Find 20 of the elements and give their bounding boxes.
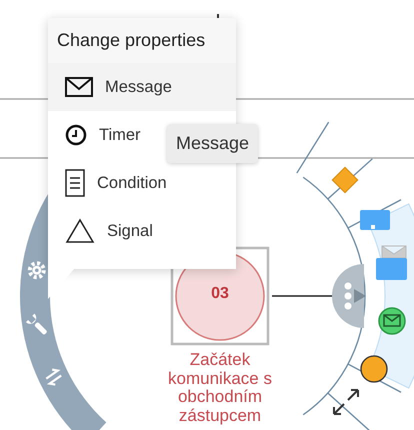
gear-icon[interactable] — [28, 261, 46, 280]
clock-icon — [65, 124, 87, 146]
node-number: 03 — [210, 285, 230, 303]
swap-icon[interactable] — [46, 368, 62, 386]
envelope-icon — [65, 77, 93, 97]
menu-item[interactable]: Signal — [48, 207, 236, 255]
menu-item[interactable]: Message — [48, 63, 236, 111]
more-icon[interactable] — [344, 282, 352, 310]
envelope-icon[interactable] — [378, 307, 406, 335]
wrench-icon[interactable] — [26, 314, 48, 336]
window-icon[interactable] — [360, 210, 390, 230]
tooltip: Message — [167, 124, 258, 163]
arrow-icon — [354, 289, 366, 303]
menu-title: Change properties — [48, 18, 236, 63]
circle-icon[interactable] — [360, 355, 388, 383]
node-label: Začátek komunikace s obchodním zástupcem — [167, 351, 273, 426]
document-icon — [65, 169, 85, 197]
triangle-icon — [65, 218, 95, 244]
envelope-window-icon[interactable] — [376, 246, 407, 280]
resize-icon[interactable] — [333, 389, 359, 415]
